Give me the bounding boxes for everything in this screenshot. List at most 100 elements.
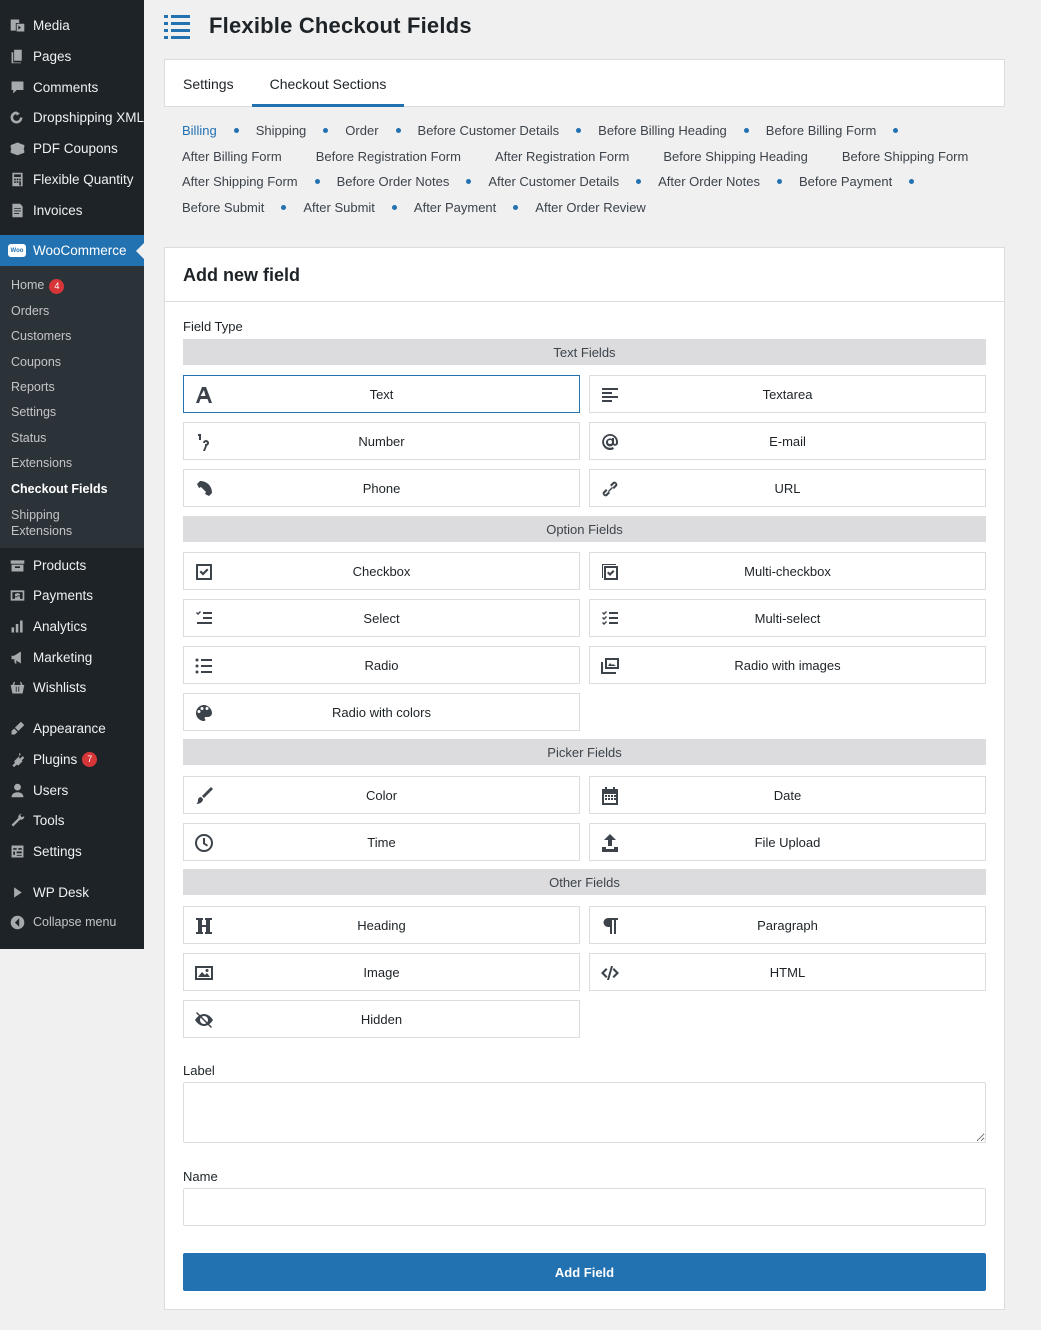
submenu-item-orders[interactable]: Orders: [11, 304, 49, 318]
sidebar-item-invoices[interactable]: Invoices: [0, 196, 144, 224]
field-type-html[interactable]: HTML: [589, 953, 986, 991]
separator-dot: [466, 179, 472, 185]
submenu-item-home[interactable]: Home 4: [11, 278, 65, 294]
pdf-coupons-icon: [7, 138, 27, 158]
field-type-time[interactable]: Time: [183, 823, 580, 861]
multi-check-list-icon: [599, 608, 621, 630]
field-type-heading[interactable]: Heading: [183, 906, 580, 944]
tab-settings[interactable]: Settings: [165, 60, 252, 107]
add-field-panel: Add new field Field Type Text Fields Tex…: [164, 247, 1005, 1310]
field-type-radio[interactable]: Radio: [183, 646, 580, 684]
sidebar-item-flexible-quantity[interactable]: Flexible Quantity: [0, 165, 144, 193]
sidebar-item-label: Collapse menu: [33, 915, 117, 929]
field-type-select[interactable]: Select: [183, 599, 580, 637]
field-type-multi-checkbox[interactable]: Multi-checkbox: [589, 552, 986, 590]
field-type-url[interactable]: URL: [589, 469, 986, 507]
calendar-icon: [599, 785, 621, 807]
section-link-before-order-notes[interactable]: Before Order Notes: [337, 174, 450, 189]
group-header-other-fields: Other Fields: [183, 869, 986, 895]
sidebar-item-wp-desk[interactable]: WP Desk: [0, 878, 144, 906]
field-type-radio-with-colors[interactable]: Radio with colors: [183, 693, 580, 731]
label-textarea[interactable]: [183, 1082, 986, 1143]
separator-dot: [233, 128, 239, 134]
field-type-color[interactable]: Color: [183, 776, 580, 814]
submenu-item-extensions[interactable]: Extensions: [11, 456, 72, 470]
section-link-after-shipping-form[interactable]: After Shipping Form: [182, 174, 298, 189]
panel-title: Add new field: [183, 265, 300, 285]
collapse-menu-button[interactable]: Collapse menu: [0, 908, 144, 936]
section-link-shipping[interactable]: Shipping: [256, 123, 307, 138]
field-type-paragraph[interactable]: Paragraph: [589, 906, 986, 944]
separator-dot: [281, 204, 287, 210]
sidebar-item-users[interactable]: Users: [0, 776, 144, 804]
phone-icon: [193, 478, 215, 500]
sidebar-item-tools[interactable]: Tools: [0, 806, 144, 834]
sidebar-item-label: WP Desk: [33, 884, 90, 900]
field-type-text[interactable]: Text: [183, 375, 580, 413]
field-type-file-upload[interactable]: File Upload: [589, 823, 986, 861]
section-link-before-billing-heading[interactable]: Before Billing Heading: [598, 123, 727, 138]
section-link-after-order-notes[interactable]: After Order Notes: [658, 174, 760, 189]
number-icon: [193, 431, 215, 453]
submenu-item-status[interactable]: Status: [11, 431, 46, 445]
section-link-after-payment[interactable]: After Payment: [414, 200, 496, 215]
field-type-hidden[interactable]: Hidden: [183, 1000, 580, 1038]
sidebar-item-label: Appearance: [33, 720, 106, 736]
name-input[interactable]: [183, 1188, 986, 1226]
payments-icon: [7, 585, 27, 605]
sidebar-item-appearance[interactable]: Appearance: [0, 714, 144, 742]
sidebar-item-dropshipping-xml[interactable]: Dropshipping XML: [0, 103, 144, 131]
separator-dot: [513, 204, 519, 210]
section-link-order[interactable]: Order: [345, 123, 378, 138]
sidebar-item-pages[interactable]: Pages: [0, 42, 144, 70]
at-sign-icon: [599, 431, 621, 453]
sidebar-item-woocommerce[interactable]: Woo WooCommerce: [0, 235, 144, 266]
sidebar-item-products[interactable]: Products: [0, 551, 144, 579]
section-link-before-shipping-heading[interactable]: Before Shipping Heading: [663, 149, 808, 164]
sidebar-item-media[interactable]: Media: [0, 11, 144, 39]
section-link-before-submit[interactable]: Before Submit: [182, 200, 264, 215]
section-link-before-shipping-form[interactable]: Before Shipping Form: [842, 149, 968, 164]
sidebar-item-settings[interactable]: Settings: [0, 837, 144, 865]
field-type-checkbox[interactable]: Checkbox: [183, 552, 580, 590]
submenu-item-settings[interactable]: Settings: [11, 405, 56, 419]
section-link-after-billing-form[interactable]: After Billing Form: [182, 149, 282, 164]
field-type-number[interactable]: Number: [183, 422, 580, 460]
submenu-item-coupons[interactable]: Coupons: [11, 355, 61, 369]
section-link-before-billing-form[interactable]: Before Billing Form: [766, 123, 877, 138]
field-type-multi-select[interactable]: Multi-select: [589, 599, 986, 637]
field-type-email[interactable]: E-mail: [589, 422, 986, 460]
field-type-image[interactable]: Image: [183, 953, 580, 991]
tab-checkout-sections[interactable]: Checkout Sections: [251, 60, 405, 107]
sidebar-item-label: Payments: [33, 587, 94, 603]
sidebar-item-wishlists[interactable]: Wishlists: [0, 673, 144, 701]
section-link-billing[interactable]: Billing: [182, 123, 217, 138]
heading-icon: [193, 915, 215, 937]
section-link-after-submit[interactable]: After Submit: [303, 200, 375, 215]
sidebar-item-label: WooCommerce: [33, 243, 127, 258]
analytics-icon: [7, 616, 27, 636]
sidebar-item-analytics[interactable]: Analytics: [0, 612, 144, 640]
submenu-item-checkout-fields[interactable]: Checkout Fields: [11, 482, 108, 496]
add-field-button[interactable]: Add Field: [183, 1253, 986, 1291]
sidebar-item-plugins[interactable]: Plugins 7: [0, 745, 144, 773]
field-type-textarea[interactable]: Textarea: [589, 375, 986, 413]
field-type-radio-with-images[interactable]: Radio with images: [589, 646, 986, 684]
sidebar-item-marketing[interactable]: Marketing: [0, 643, 144, 671]
section-link-before-registration-form[interactable]: Before Registration Form: [316, 149, 461, 164]
sidebar-item-comments[interactable]: Comments: [0, 73, 144, 101]
section-link-after-order-review[interactable]: After Order Review: [535, 200, 646, 215]
submenu-item-shipping-extensions[interactable]: Shipping Extensions: [11, 507, 72, 539]
field-type-phone[interactable]: Phone: [183, 469, 580, 507]
divider: [165, 301, 1004, 302]
section-link-before-customer-details[interactable]: Before Customer Details: [418, 123, 560, 138]
section-link-after-registration-form[interactable]: After Registration Form: [495, 149, 629, 164]
section-link-before-payment[interactable]: Before Payment: [799, 174, 892, 189]
field-type-date[interactable]: Date: [589, 776, 986, 814]
submenu-item-customers[interactable]: Customers: [11, 329, 71, 343]
sidebar-item-pdf-coupons[interactable]: PDF Coupons: [0, 134, 144, 162]
section-link-after-customer-details[interactable]: After Customer Details: [488, 174, 619, 189]
sidebar-item-payments[interactable]: Payments: [0, 581, 144, 609]
name-field-label: Name: [183, 1169, 218, 1184]
submenu-item-reports[interactable]: Reports: [11, 380, 55, 394]
